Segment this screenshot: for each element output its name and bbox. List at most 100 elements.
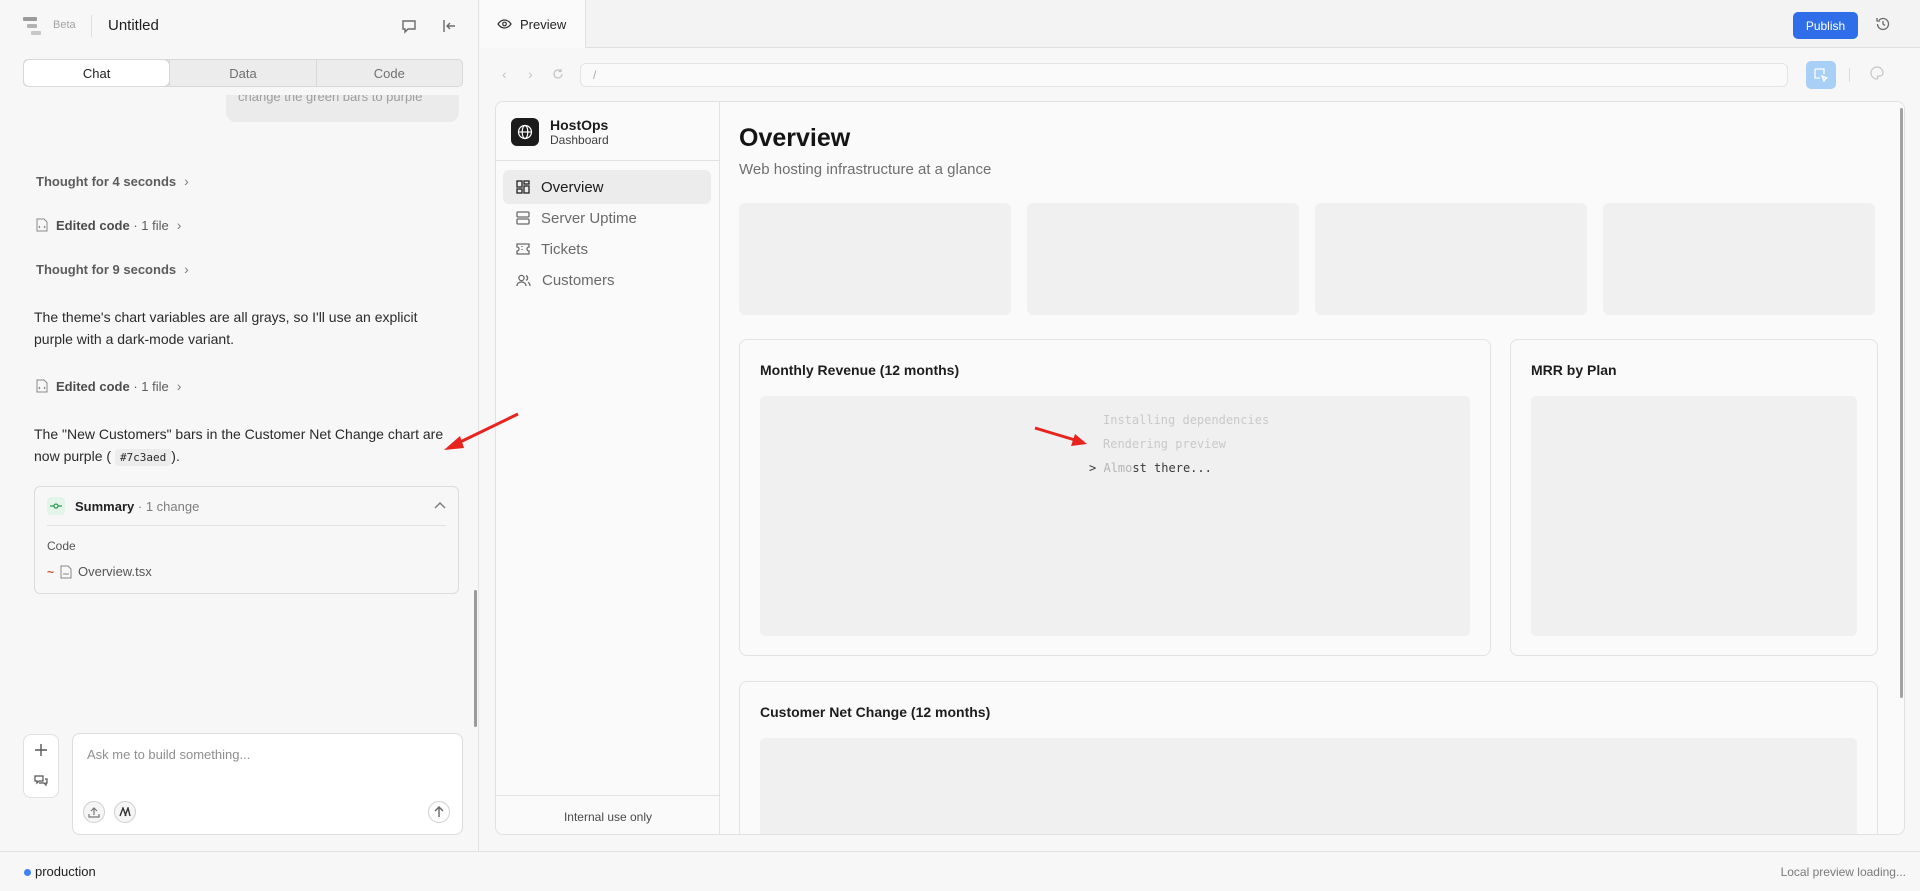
message-text-end: ). [171,448,180,464]
monthly-revenue-card: Monthly Revenue (12 months) Installing d… [739,339,1491,656]
summary-meta: · 1 change [137,499,200,514]
conversations-button[interactable] [24,766,58,796]
customer-net-change-card: Customer Net Change (12 months) [739,681,1878,834]
stat-card-placeholder [1603,203,1875,315]
loading-text-a: Almo [1103,461,1133,475]
tab-code[interactable]: Code [315,60,462,86]
composer-input[interactable]: Ask me to build something... [87,747,250,762]
preview-frame: HostOps Dashboard Overview Server Uptime… [495,101,1905,835]
chevron-right-icon: › [184,261,189,277]
edited-code-toggle-1[interactable]: Edited code · 1 file › [36,217,181,233]
tab-preview[interactable]: Preview [480,0,586,48]
thought-label: Thought for 4 seconds [36,173,177,189]
chat-composer[interactable]: Ask me to build something... [72,733,463,835]
add-button[interactable] [24,735,58,765]
arrow-up-icon [434,806,444,817]
summary-label: Summary [75,499,135,514]
loading-log: Installing dependencies Rendering previe… [1089,408,1269,480]
annotation-arrow-icon [1034,426,1087,446]
history-icon[interactable] [1875,16,1891,32]
assistant-message-1: The theme's chart variables are all gray… [34,309,418,347]
environment-dot [24,869,31,876]
loading-text-b: st [1132,461,1147,475]
globe-icon [511,118,539,146]
chat-header: Beta Untitled [0,0,479,52]
sidebar-item-server-uptime[interactable]: Server Uptime [503,201,711,235]
preview-topbar: Preview Publish [480,0,1920,48]
url-text: / [593,68,597,82]
card-title: MRR by Plan [1531,362,1617,378]
preview-status: Local preview loading... [1780,865,1906,879]
prompt-char: > [1089,461,1097,475]
sidebar-item-label: Server Uptime [541,209,637,227]
brand-subtitle: Dashboard [550,133,609,147]
beta-badge: Beta [53,19,76,31]
tab-chat[interactable]: Chat [24,60,170,86]
file-code-icon [36,218,48,232]
color-code-chip: #7c3aed [114,449,172,466]
sidebar-item-overview[interactable]: Overview [503,170,711,204]
tab-data[interactable]: Data [169,60,315,86]
chart-placeholder [760,738,1857,834]
select-element-button[interactable] [1806,61,1836,89]
header-divider [91,15,92,37]
chat-bubble-icon[interactable] [399,16,419,36]
chat-scrollbar[interactable] [474,590,477,727]
chat-tabs: Chat Data Code [23,59,463,87]
stat-card-placeholder [1315,203,1587,315]
sidebar-footer: Internal use only [563,810,653,824]
edited-code-toggle-2[interactable]: Edited code · 1 file › [36,378,181,394]
thought-toggle-2[interactable]: Thought for 9 seconds › [36,261,189,277]
cursor-select-icon [1814,68,1828,82]
changed-file-name: Overview.tsx [78,564,152,579]
chevron-right-icon: › [176,378,182,394]
thought-toggle-1[interactable]: Thought for 4 seconds › [36,173,189,189]
dashboard-grid-icon [516,180,530,194]
preview-scrollbar[interactable] [1900,108,1903,698]
edited-label: Edited code [56,378,130,394]
chat-panel: Beta Untitled Chat Data Code change the … [0,0,479,851]
file-code-icon [36,379,48,393]
upload-icon [88,807,100,818]
changed-file-item[interactable]: ~ Overview.tsx [47,564,152,579]
loading-line-current: > Almost there... [1089,456,1269,480]
urlbar-divider [1849,68,1850,82]
modified-mark: ~ [47,564,55,579]
model-selector-button[interactable] [114,801,136,823]
loading-text-c: there... [1146,461,1212,475]
refresh-icon[interactable] [552,68,564,80]
users-icon [516,274,531,286]
sidebar-item-label: Tickets [541,240,588,258]
publish-button[interactable]: Publish [1793,12,1858,39]
thought-label: Thought for 9 seconds [36,261,177,277]
send-button[interactable] [428,801,450,823]
stat-card-placeholder [739,203,1011,315]
environment-label[interactable]: production [35,864,96,879]
chart-placeholder [1531,396,1857,636]
back-icon[interactable]: ‹ [502,66,507,82]
url-input[interactable]: / [580,63,1788,87]
sidebar-footer-divider [496,795,720,796]
collapse-panel-icon[interactable] [439,16,459,36]
chevron-right-icon: › [176,217,182,233]
chart-placeholder: Installing dependencies Rendering previe… [760,396,1470,636]
sidebar-item-label: Customers [542,271,615,289]
sidebar-item-tickets[interactable]: Tickets [503,232,711,266]
page-title: Overview [739,124,851,152]
forward-icon[interactable]: › [528,66,533,82]
sidebar-item-customers[interactable]: Customers [503,263,711,297]
tsx-file-icon [60,565,72,578]
assistant-message-2: The "New Customers" bars in the Customer… [34,423,444,469]
composer-side-actions [23,734,59,798]
app-logo-icon [23,17,41,35]
upload-button[interactable] [83,801,105,823]
summary-title: Summary · 1 change [75,499,199,514]
mrr-by-plan-card: MRR by Plan [1510,339,1878,656]
chevron-up-icon[interactable] [434,496,446,512]
summary-divider [47,525,446,526]
edited-label: Edited code [56,217,130,233]
project-title[interactable]: Untitled [108,17,159,34]
dashboard-main: Overview Web hosting infrastructure at a… [721,102,1904,834]
preview-urlbar: ‹ › / [480,52,1920,96]
palette-icon[interactable] [1870,66,1884,80]
